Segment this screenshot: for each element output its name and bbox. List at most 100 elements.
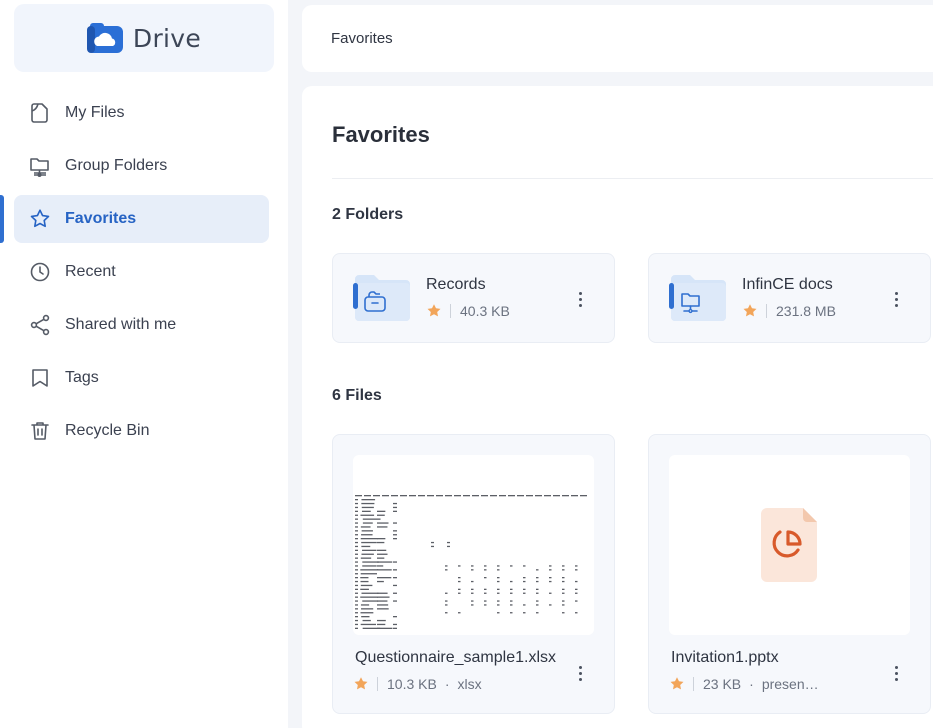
sheet-text-mark [355,580,358,583]
folder-card[interactable]: InfinCE docs 231.8 MB [648,253,931,343]
meta-separator [693,677,694,691]
sheet-text-mark [490,495,497,497]
sheet-text-mark [447,541,450,544]
sheet-text-mark [355,569,358,571]
sheet-text-mark [526,495,533,497]
sheet-text-mark [355,600,358,602]
sidebar-item-my-files[interactable]: My Files [0,89,288,137]
sidebar-item-recycle-bin[interactable]: Recycle Bin [0,407,288,455]
sheet-text-mark [355,565,358,567]
sidebar-item-recent[interactable]: Recent [0,248,288,296]
sheet-text-mark [355,553,358,555]
favorite-star-icon[interactable] [669,676,685,692]
sheet-text-mark [523,612,526,614]
folder-card[interactable]: Records 40.3 KB [332,253,615,343]
sheet-text-mark [355,549,358,551]
sheet-text-mark [575,588,578,590]
page-title: Favorites [332,122,430,147]
folder-name[interactable]: Records [426,276,486,294]
folders-heading: 2 Folders [332,206,404,223]
sheet-text-mark [471,604,474,606]
folder-lock-icon [353,275,410,321]
sheet-text-mark [361,530,373,532]
sheet-text-mark [393,502,397,505]
sheet-text-mark [361,502,375,505]
sidebar-item-shared-with-me[interactable]: Shared with me [0,301,288,349]
sheet-text-mark [355,545,358,548]
sheet-text-mark [497,588,500,590]
sheet-text-mark [362,619,371,622]
sidebar-item-favorites[interactable]: Favorites [0,195,288,243]
sheet-text-mark [355,592,358,594]
sheet-text-mark [355,522,358,524]
sheet-text-mark [463,495,470,497]
file-type: xlsx [457,676,482,692]
sheet-text-mark [458,612,461,614]
presentation-file-icon [761,508,817,582]
favorite-star-icon[interactable] [353,676,369,692]
sheet-text-mark [575,565,578,567]
breadcrumb-current[interactable]: Favorites [331,30,393,47]
sidebar-item-group-folders[interactable]: Group Folders [0,142,288,190]
favorite-star-icon[interactable] [742,303,758,319]
sheet-text-mark [535,495,542,497]
sheet-text-mark [481,495,488,497]
sheet-text-mark [362,522,373,524]
sheet-text-mark [536,592,539,594]
file-card[interactable]: Questionnaire_sample1.xlsx 10.3 KB · xls… [332,434,615,714]
sheet-text-mark [355,612,358,614]
sheet-text-mark [393,522,397,524]
sheet-text-mark [355,573,358,575]
sheet-text-mark [355,584,358,587]
sheet-text-mark [562,580,565,583]
file-name[interactable]: Invitation1.pptx [671,649,779,667]
sheet-text-mark [510,592,513,594]
sheet-text-mark [418,495,425,497]
sheet-text-mark [377,557,385,559]
sheet-text-mark [361,608,374,610]
file-type: presen… [761,676,819,692]
file-name[interactable]: Questionnaire_sample1.xlsx [355,649,556,667]
app-logo[interactable]: Drive [14,4,274,72]
sheet-text-mark [360,623,377,626]
file-card[interactable]: Invitation1.pptx 23 KB · presen… [648,434,931,714]
trash-icon [31,422,49,440]
sidebar-item-tags[interactable]: Tags [0,354,288,402]
sheet-text-mark [355,510,358,512]
sheet-text-mark [393,510,397,512]
sheet-text-mark [571,495,578,497]
favorite-star-icon[interactable] [426,303,442,319]
sheet-text-mark [523,604,526,606]
more-options-icon[interactable] [886,287,906,311]
sheet-text-mark [471,580,474,583]
more-options-icon[interactable] [570,287,590,311]
more-options-icon[interactable] [570,661,590,685]
sheet-text-mark [472,495,479,497]
folder-size: 40.3 KB [460,303,510,319]
sheet-text-mark [510,588,513,590]
sheet-text-mark [431,541,434,544]
sheet-text-mark [355,608,358,610]
sheet-text-mark [361,545,371,548]
sheet-text-mark [436,495,443,497]
sheet-text-mark [393,538,397,540]
sheet-text-mark [377,604,389,606]
drive-logo-icon [86,23,123,53]
sheet-text-mark [355,557,358,559]
active-indicator [0,195,4,243]
sheet-text-mark [361,616,370,618]
sheet-text-mark [360,573,377,575]
sheet-text-mark [393,534,397,536]
sheet-text-mark [355,541,358,544]
sheet-text-mark [377,627,393,629]
folder-name[interactable]: InfinCE docs [742,276,833,294]
sheet-text-mark [361,553,374,555]
meta-separator [450,304,451,318]
sheet-text-mark [355,534,358,536]
sheet-text-mark [510,612,513,614]
sheet-text-mark [409,495,416,497]
sheet-text-mark [377,538,386,540]
more-options-icon[interactable] [886,661,906,685]
sheet-text-mark [377,600,388,602]
sheet-text-mark [497,604,500,606]
